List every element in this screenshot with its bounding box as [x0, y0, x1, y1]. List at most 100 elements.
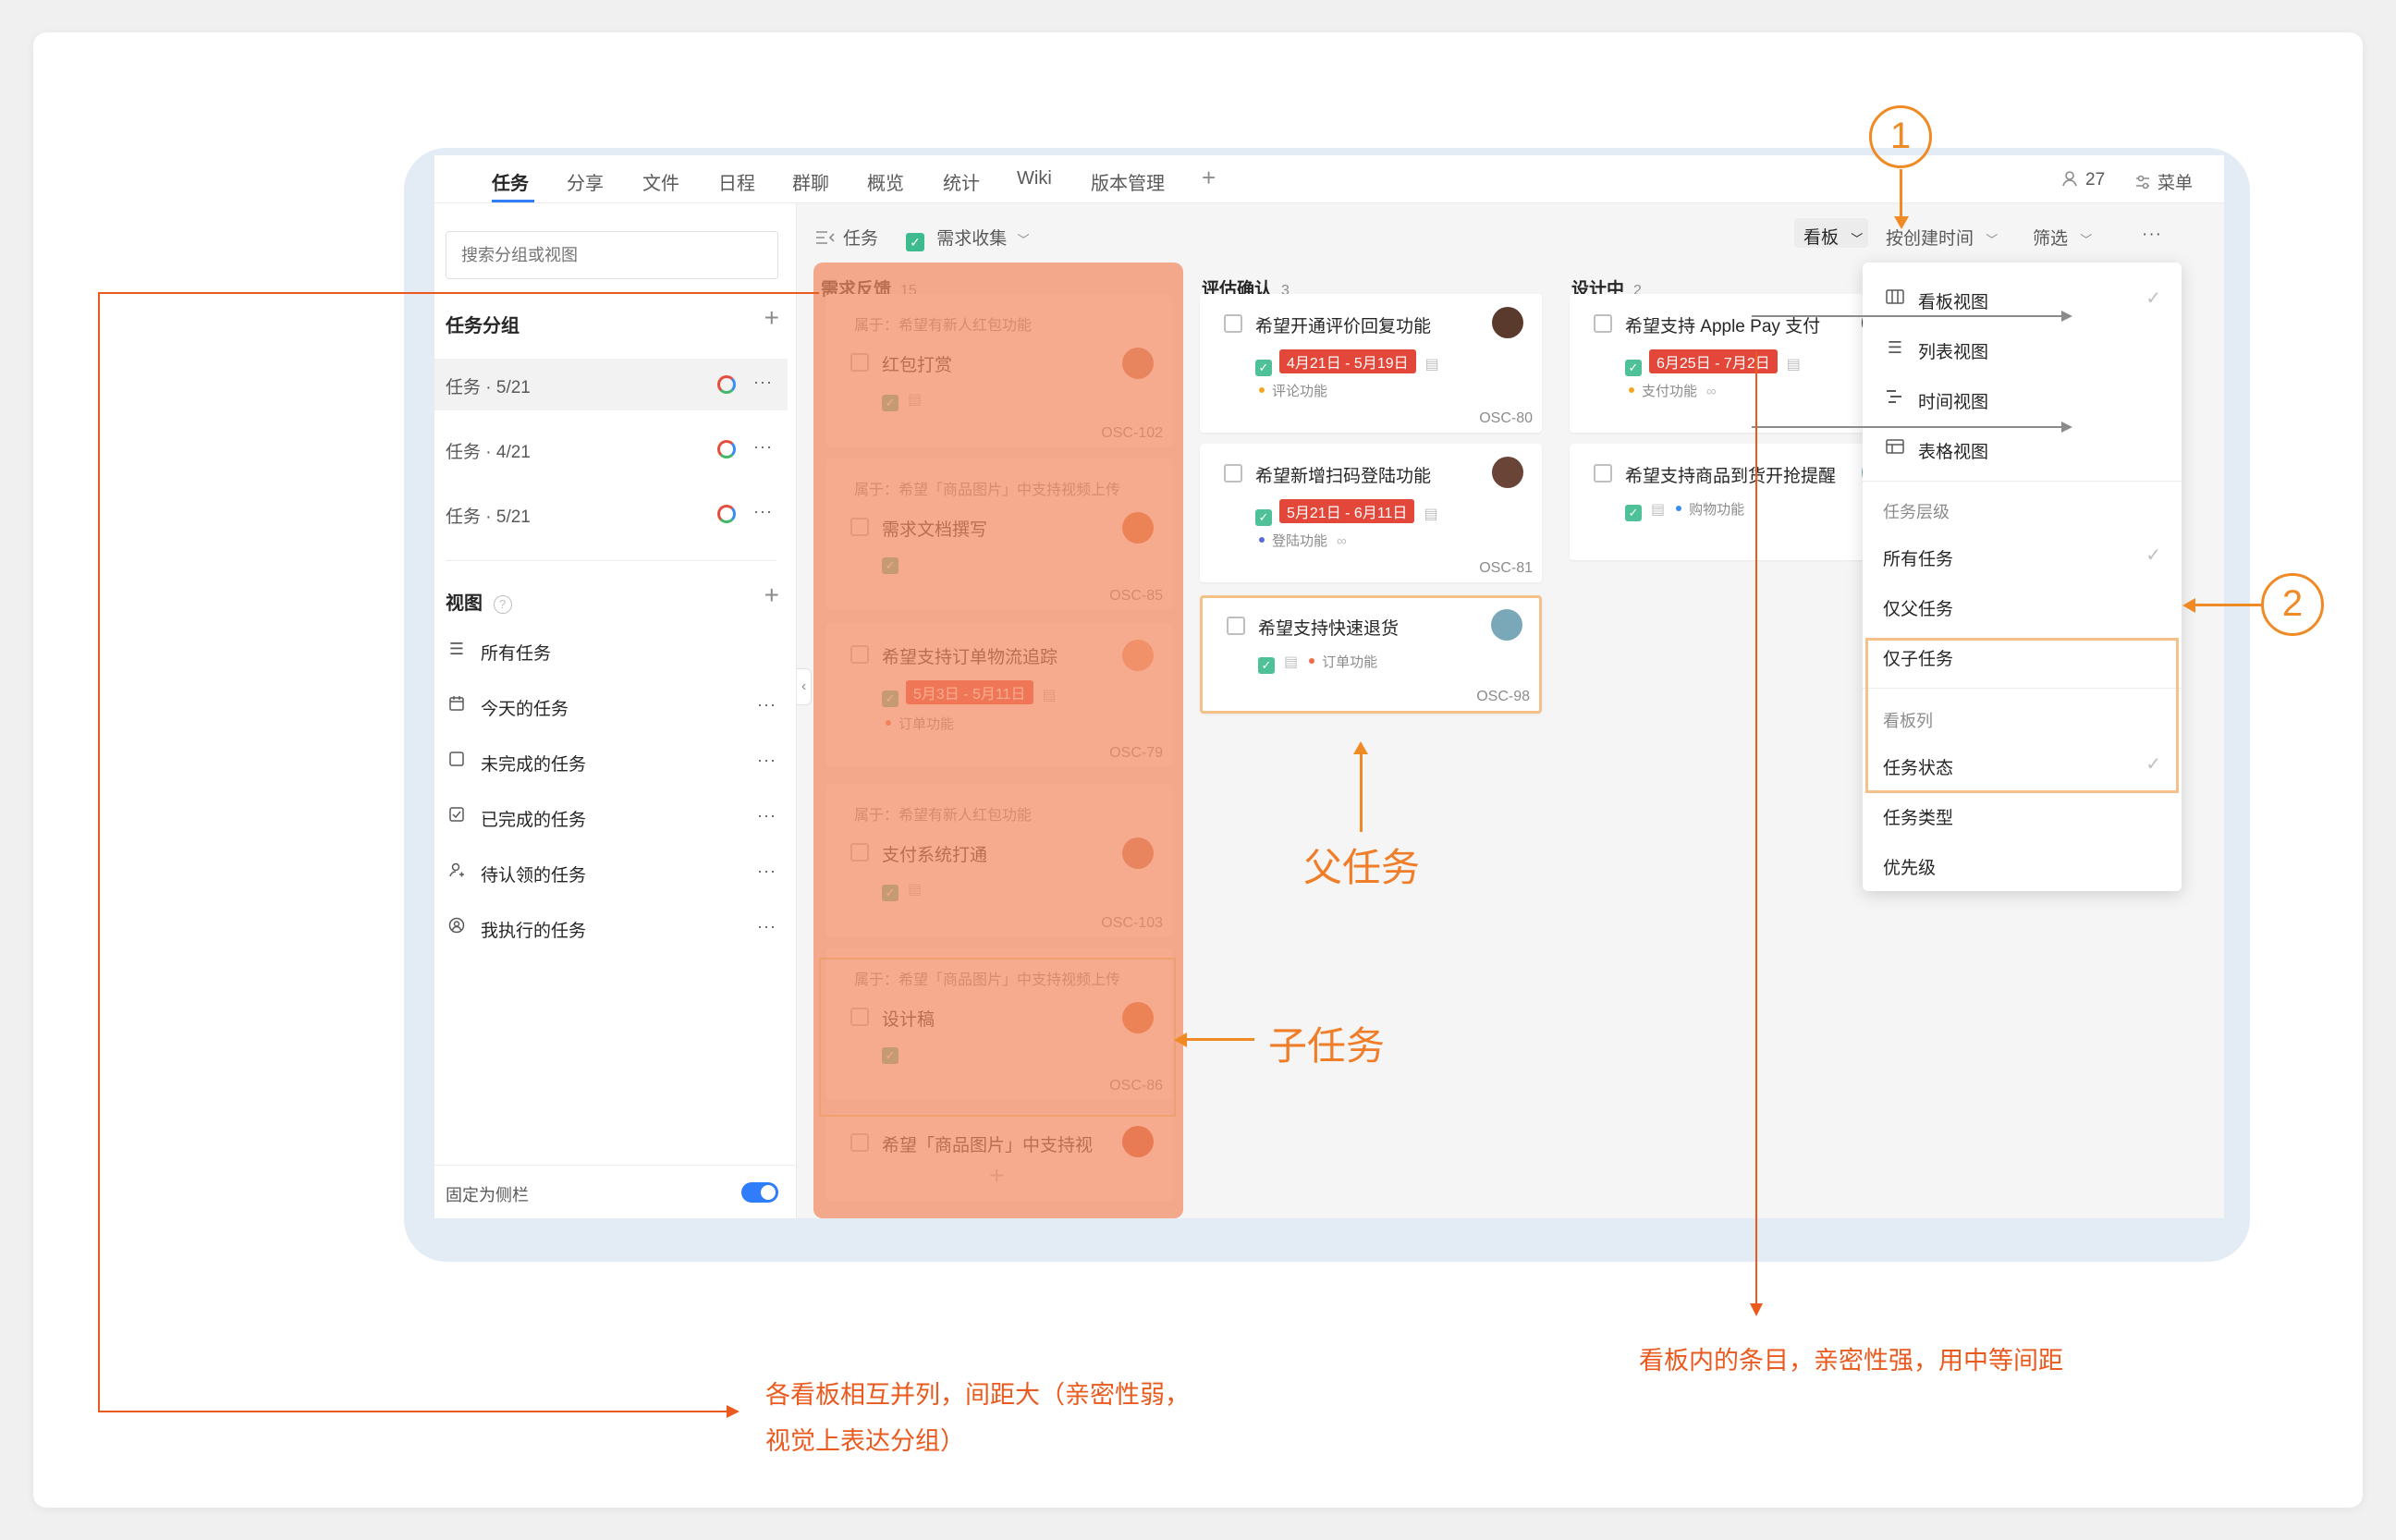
task-card[interactable]: 希望支持快速退货 ✓ ▤ 订单功能 OSC-98	[1200, 595, 1542, 714]
members-count: 27	[2085, 170, 2106, 189]
top-nav: 任务 分享 文件 日程 群聊 概览 统计 Wiki 版本管理 + 27 菜单	[434, 155, 2224, 203]
task-groups-heading: 任务分组	[446, 311, 520, 337]
task-checkbox[interactable]	[850, 843, 869, 862]
view-label: 未完成的任务	[481, 755, 587, 775]
add-view-button[interactable]: +	[764, 581, 779, 610]
timeline-icon	[1885, 388, 1905, 409]
breadcrumb-collection[interactable]: ✓ 需求收集 ﹀	[906, 225, 1030, 251]
pin-sidebar-toggle[interactable]	[741, 1182, 778, 1203]
filter-button[interactable]: 筛选 ﹀	[2033, 225, 2092, 250]
task-checkbox[interactable]	[1594, 464, 1612, 483]
checkbox-checked-icon	[446, 806, 468, 827]
task-checkbox[interactable]	[850, 353, 869, 372]
task-id: OSC-98	[1476, 689, 1530, 704]
more-icon[interactable]: ···	[757, 862, 776, 881]
task-card[interactable]: 希望支持订单物流追踪 ✓ 5月3日 - 5月11日 ▤ 订单功能 OSC-79	[826, 623, 1172, 767]
more-icon[interactable]: ···	[753, 373, 773, 392]
tab-share[interactable]: 分享	[567, 168, 604, 195]
task-card[interactable]: 属于：希望「商品图片」中支持视频上传 需求文档撰写 ✓ OSC-85	[826, 458, 1172, 610]
tab-overview[interactable]: 概览	[867, 168, 904, 195]
task-level-section-title: 任务层级	[1883, 503, 1950, 521]
more-icon[interactable]: ···	[753, 502, 773, 521]
sidebar: 任务分组 + 任务 · 5/21 ··· 任务 · 4/21 ··· 任务 · …	[434, 203, 797, 1218]
task-checkbox[interactable]	[850, 1133, 869, 1152]
menu-label: 菜单	[2158, 174, 2194, 193]
dropdown-item-list-view[interactable]: ☰ 列表视图	[1863, 324, 2182, 373]
task-title: 希望「商品图片」中支持视	[882, 1136, 1094, 1155]
dropdown-item-table-view[interactable]: 表格视图	[1863, 423, 2182, 473]
menu-button[interactable]: 菜单	[2133, 169, 2193, 194]
dropdown-item-all-tasks[interactable]: 所有任务 ✓	[1863, 531, 2182, 581]
annotation-arrow	[1174, 1033, 1187, 1047]
check-badge-icon: ✓	[1255, 360, 1272, 376]
columns-note-line: 视觉上表达分组）	[765, 1427, 965, 1455]
task-card[interactable]: 希望「商品图片」中支持视 +	[826, 1113, 1172, 1202]
sort-label: 按创建时间	[1886, 229, 1974, 249]
task-card[interactable]: 希望新增扫码登陆功能 ✓ 5月21日 - 6月11日 ▤ 登陆功能 ∞ OSC-81	[1200, 444, 1542, 582]
task-card[interactable]: 希望开通评价回复功能 ✓ 4月21日 - 5月19日 ▤ 评论功能 OSC-80	[1200, 294, 1542, 433]
annotation-line	[2195, 604, 2262, 606]
group-item[interactable]: 任务 · 4/21 ···	[434, 423, 788, 475]
task-card[interactable]: 属于：希望有新人红包功能 支付系统打通 ✓ ▤ OSC-103	[826, 784, 1172, 937]
tab-statistics[interactable]: 统计	[943, 168, 980, 195]
tab-wiki[interactable]: Wiki	[1017, 168, 1052, 189]
dropdown-item-priority[interactable]: 优先级	[1863, 839, 2182, 889]
dropdown-item-parent-only[interactable]: 仅父任务	[1863, 581, 2182, 630]
chevron-down-icon: ﹀	[1017, 233, 1030, 247]
task-checkbox[interactable]	[850, 518, 869, 536]
task-card[interactable]: 属于：希望有新人红包功能 红包打赏 ✓ ▤ OSC-102	[826, 294, 1172, 447]
dropdown-item-task-type[interactable]: 任务类型	[1863, 789, 2182, 839]
breadcrumb-task-label: 任务	[843, 229, 879, 249]
group-item[interactable]: 任务 · 5/21 ···	[434, 359, 788, 410]
user-circle-icon	[446, 917, 468, 938]
views-title: 视图	[446, 593, 483, 614]
document-icon: ▤	[1786, 357, 1801, 373]
task-title: 支付系统打通	[882, 846, 988, 865]
view-unclaimed-tasks[interactable]: 待认领的任务 ···	[446, 858, 797, 891]
more-icon[interactable]: ···	[757, 806, 776, 825]
breadcrumb-task[interactable]: 任务	[815, 225, 878, 250]
pointer-arrow	[2061, 311, 2072, 322]
sidebar-collapse-handle[interactable]: ‹	[797, 668, 812, 705]
view-today-tasks[interactable]: 今天的任务 ···	[446, 691, 797, 725]
members-button[interactable]: 27	[2061, 169, 2105, 190]
check-badge-icon: ✓	[882, 557, 898, 574]
tab-group-chat[interactable]: 群聊	[792, 168, 829, 195]
add-card-button[interactable]: +	[989, 1161, 1004, 1191]
add-group-button[interactable]: +	[764, 303, 779, 333]
dropdown-item-label: 时间视图	[1918, 393, 1989, 412]
avatar	[1122, 1126, 1154, 1157]
task-checkbox[interactable]	[1227, 617, 1245, 635]
task-checkbox[interactable]	[1594, 314, 1612, 333]
view-my-tasks[interactable]: 我执行的任务 ···	[446, 913, 797, 947]
task-id: OSC-81	[1479, 560, 1533, 576]
task-checkbox[interactable]	[1224, 314, 1242, 333]
tab-tasks[interactable]: 任务	[492, 168, 529, 195]
view-switch-button[interactable]: 看板 ﹀	[1794, 218, 1868, 248]
more-icon[interactable]: ···	[753, 437, 773, 457]
task-checkbox[interactable]	[1224, 464, 1242, 483]
marker-number: 1	[1889, 116, 1912, 156]
help-icon[interactable]: ?	[493, 595, 512, 614]
more-icon[interactable]: ···	[757, 751, 776, 770]
annotation-line	[98, 292, 819, 294]
annotation-line	[98, 1411, 727, 1412]
more-options-icon[interactable]: ···	[2142, 225, 2162, 245]
tab-version[interactable]: 版本管理	[1091, 168, 1165, 195]
columns-note-line: 各看板相互并列，间距大（亲密性弱，	[765, 1381, 1190, 1409]
annotation-line	[1360, 749, 1363, 832]
task-checkbox[interactable]	[850, 645, 869, 664]
task-card[interactable]: 希望支持商品到货开抢提醒 ✓▤购物功能 OS	[1570, 444, 1912, 560]
view-completed-tasks[interactable]: 已完成的任务 ···	[446, 802, 797, 836]
view-all-tasks[interactable]: ☰ 所有任务	[446, 636, 797, 669]
add-tab-button[interactable]: +	[1202, 164, 1216, 192]
more-icon[interactable]: ···	[757, 917, 776, 936]
check-badge-icon: ✓	[882, 885, 898, 901]
sidebar-search-input[interactable]	[446, 231, 778, 279]
group-item[interactable]: 任务 · 5/21 ···	[434, 488, 788, 540]
view-incomplete-tasks[interactable]: 未完成的任务 ···	[446, 747, 797, 780]
more-icon[interactable]: ···	[757, 695, 776, 715]
tab-files[interactable]: 文件	[642, 168, 679, 195]
tab-schedule[interactable]: 日程	[718, 168, 755, 195]
dropdown-item-timeline-view[interactable]: 时间视图	[1863, 373, 2182, 423]
